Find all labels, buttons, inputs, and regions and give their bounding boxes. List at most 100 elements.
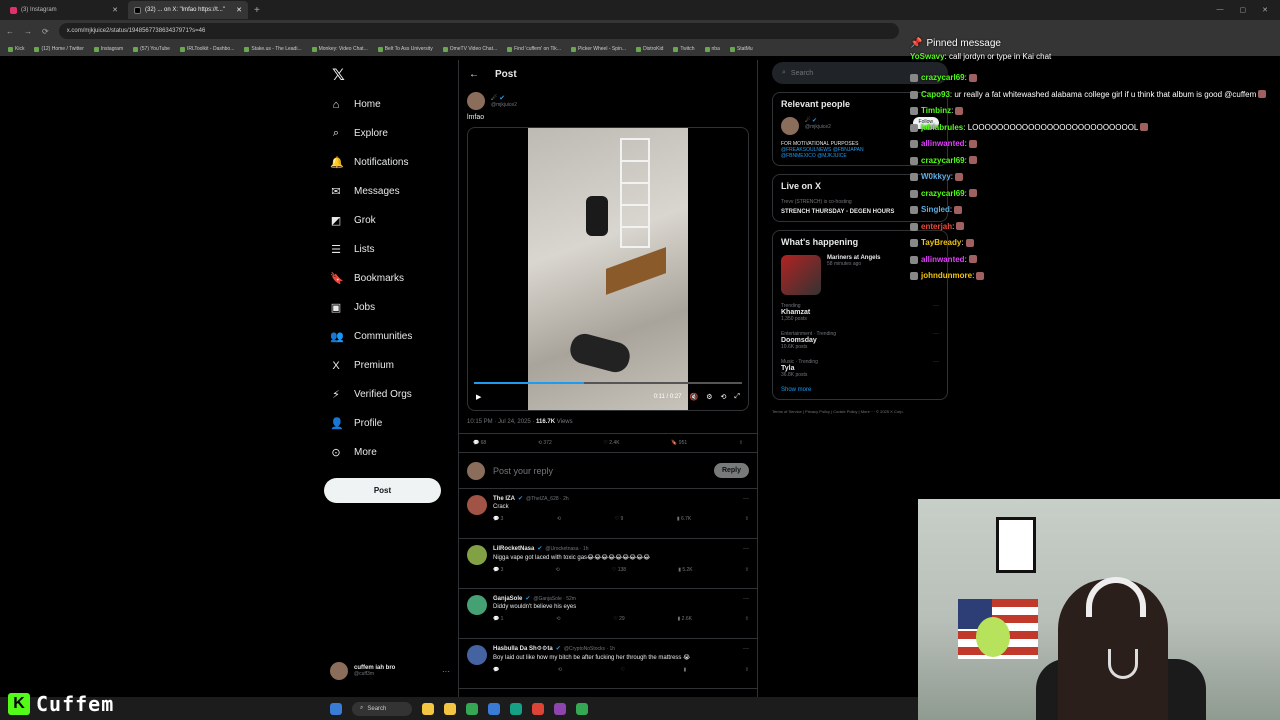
more-icon[interactable]: ··· xyxy=(933,331,939,337)
show-more-link[interactable]: Show more xyxy=(781,387,939,393)
taskbar-search[interactable]: ⌕ Search xyxy=(352,701,412,716)
reply-action[interactable]: 💬 xyxy=(493,667,499,673)
more-icon[interactable]: ··· xyxy=(743,546,749,552)
close-icon[interactable]: ✕ xyxy=(236,6,242,14)
tab-instagram[interactable]: (3) Instagram ✕ xyxy=(4,1,124,19)
volume-icon[interactable]: 🔇 xyxy=(690,393,699,401)
reply-author[interactable]: LilRocketNasa xyxy=(493,546,534,552)
views-action[interactable]: ▮ 5.2K xyxy=(678,567,692,573)
chat-username[interactable]: Capo93 xyxy=(921,90,950,99)
nav-item-grok[interactable]: ◩ Grok xyxy=(324,206,454,235)
new-tab-button[interactable]: + xyxy=(254,5,260,16)
app-icon[interactable] xyxy=(576,702,588,715)
folder-icon[interactable] xyxy=(444,702,456,715)
views-action[interactable]: ▮ 6.7K xyxy=(677,516,691,522)
app-icon[interactable] xyxy=(488,702,500,715)
avatar[interactable] xyxy=(467,545,487,565)
back-icon[interactable]: ← xyxy=(6,27,14,36)
nav-item-communities[interactable]: 👥 Communities xyxy=(324,322,454,351)
close-icon[interactable]: ✕ xyxy=(112,6,118,14)
back-arrow-icon[interactable]: ← xyxy=(469,69,479,80)
reload-icon[interactable]: ⟳ xyxy=(42,27,49,36)
more-icon[interactable]: ··· xyxy=(933,303,939,309)
start-icon[interactable] xyxy=(330,702,342,715)
author-handle[interactable]: @mjkjuice2 xyxy=(491,102,517,108)
bookmark-item[interactable]: Find 'cuffem' on Tik... xyxy=(507,46,561,52)
widget-icon[interactable] xyxy=(422,702,434,715)
play-icon[interactable]: ▶ xyxy=(476,393,481,401)
chat-username[interactable]: enterjah xyxy=(921,222,952,231)
bookmark-item[interactable]: Picker Wheel - Spin... xyxy=(570,46,626,52)
nav-item-bookmarks[interactable]: 🔖 Bookmarks xyxy=(324,264,454,293)
avatar[interactable] xyxy=(467,92,485,110)
chat-username[interactable]: Singled xyxy=(921,205,950,214)
trend-item[interactable]: Music · Trending Tyla 36.8K posts ··· xyxy=(781,359,939,378)
avatar[interactable] xyxy=(781,117,799,135)
like-action[interactable]: ♡ 138 xyxy=(612,567,626,573)
loop-icon[interactable]: ⟲ xyxy=(721,393,727,401)
bookmark-item[interactable]: nba xyxy=(704,46,720,52)
share-icon[interactable]: ⇪ xyxy=(745,567,749,573)
bookmark-item[interactable]: Monkey: Video Chat... xyxy=(311,46,368,52)
reply-author[interactable]: GanjaSole xyxy=(493,596,522,602)
chat-username[interactable]: allinwanted xyxy=(921,255,965,264)
trend-item[interactable]: Trending Khamzat 1,350 posts ··· xyxy=(781,303,939,322)
reply-action[interactable]: 💬 3 xyxy=(493,567,503,573)
bookmark-item[interactable]: Kick xyxy=(8,46,24,52)
close-window-icon[interactable]: ✕ xyxy=(1262,6,1268,14)
bookmark-item[interactable]: Stake.us - The Leadi... xyxy=(244,46,302,52)
forward-icon[interactable]: → xyxy=(24,27,32,36)
chat-username[interactable]: allinwanted xyxy=(921,139,965,148)
share-icon[interactable]: ⇪ xyxy=(745,667,749,673)
nav-item-premium[interactable]: X Premium xyxy=(324,351,454,380)
reply-item[interactable]: GanjaSole ✔ @GanjaSole · 52m ··· Diddy would… xyxy=(459,589,757,639)
like-stat[interactable]: ♡ 2.4K xyxy=(603,440,619,446)
chat-username[interactable]: W0kkyy xyxy=(921,172,951,181)
repost-stat[interactable]: ⟲ 372 xyxy=(538,440,552,446)
avatar[interactable] xyxy=(467,595,487,615)
post-button[interactable]: Post xyxy=(324,478,441,503)
chat-username[interactable]: jablabrules xyxy=(921,123,963,132)
more-icon[interactable]: ··· xyxy=(743,596,749,602)
more-icon[interactable]: ··· xyxy=(933,359,939,365)
tab-x-post[interactable]: (32) ... on X: "lmfao https://t..." ✕ xyxy=(128,1,248,19)
fullscreen-icon[interactable]: ⤢ xyxy=(734,393,740,401)
video-player[interactable]: ▶ 0:11 / 0:27 🔇 ⚙ ⟲ ⤢ xyxy=(467,127,749,411)
nav-item-jobs[interactable]: ▣ Jobs xyxy=(324,293,454,322)
bookmark-item[interactable]: IRLToolkit - Dashbo... xyxy=(179,46,234,52)
more-icon[interactable]: ··· xyxy=(743,496,749,502)
account-switcher[interactable]: cuffem iah bro @cuff3m ··· xyxy=(330,662,450,680)
reply-stat[interactable]: 💬 68 xyxy=(473,440,486,446)
app-icon[interactable] xyxy=(532,702,544,715)
bookmark-stat[interactable]: 🔖 951 xyxy=(671,440,687,446)
app-icon[interactable] xyxy=(554,702,566,715)
app-icon[interactable] xyxy=(510,702,522,715)
repost-action[interactable]: ⟲ xyxy=(556,616,560,622)
footer-links[interactable]: Terms of Service | Privacy Policy | Cook… xyxy=(772,408,948,416)
share-icon[interactable]: ⇪ xyxy=(745,516,749,522)
reply-item[interactable]: LilRocketNasa ✔ @Urocketnasa · 1h ··· Nigga … xyxy=(459,539,757,589)
like-action[interactable]: ♡ 29 xyxy=(613,616,624,622)
nav-item-home[interactable]: ⌂ Home xyxy=(324,90,454,119)
like-action[interactable]: ♡ xyxy=(620,667,624,673)
bookmark-item[interactable]: DistroKid xyxy=(636,46,663,52)
repost-action[interactable]: ⟲ xyxy=(557,516,561,522)
reply-author[interactable]: Hasbulla Da Sh⚙⚙ta xyxy=(493,645,553,652)
chat-username[interactable]: crazycarl69 xyxy=(921,73,965,82)
chat-username[interactable]: johndunmore xyxy=(921,271,972,280)
reply-author[interactable]: The IZA xyxy=(493,496,515,502)
share-icon[interactable]: ⇪ xyxy=(745,616,749,622)
reply-input[interactable]: Post your reply xyxy=(493,466,553,476)
nav-item-lists[interactable]: ☰ Lists xyxy=(324,235,454,264)
reply-action[interactable]: 💬 3 xyxy=(493,516,503,522)
bookmark-item[interactable]: OmeTV Video Chat... xyxy=(442,46,497,52)
chat-username[interactable]: Timbinz xyxy=(921,106,951,115)
nav-item-messages[interactable]: ✉ Messages xyxy=(324,177,454,206)
reply-button[interactable]: Reply xyxy=(713,463,749,478)
views-action[interactable]: ▮ xyxy=(683,667,686,673)
more-icon[interactable]: ··· xyxy=(743,646,749,652)
reply-item[interactable]: Hasbulla Da Sh⚙⚙ta ✔ @CryptoNoStocks · 1h ·… xyxy=(459,639,757,689)
chat-username[interactable]: crazycarl69 xyxy=(921,156,965,165)
chrome-icon[interactable] xyxy=(466,702,478,715)
nav-item-notifications[interactable]: 🔔 Notifications xyxy=(324,148,454,177)
